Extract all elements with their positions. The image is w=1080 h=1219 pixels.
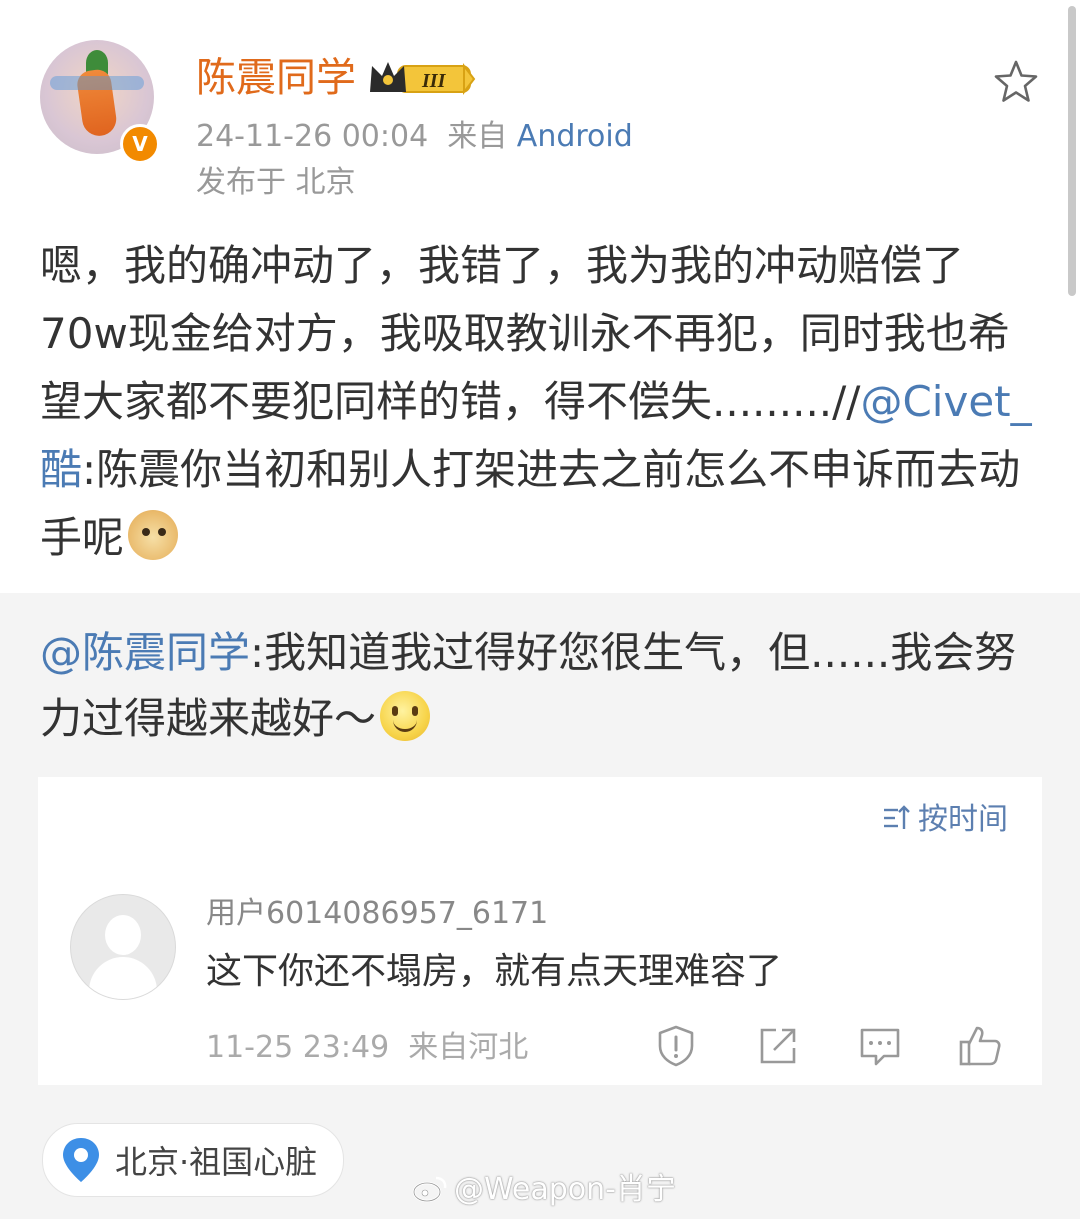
watermark-text: @Weapon-肖宁 xyxy=(454,1172,676,1207)
scrollbar[interactable] xyxy=(1068,6,1076,296)
like-icon[interactable] xyxy=(958,1024,1002,1068)
watermark: @Weapon-肖宁 xyxy=(412,1170,676,1210)
sort-icon xyxy=(884,805,910,829)
smile-emoji-icon xyxy=(380,691,431,741)
sort-by-time-button[interactable]: 按时间 xyxy=(882,800,1008,840)
comment-icon[interactable] xyxy=(858,1024,902,1068)
location-pin-icon xyxy=(63,1138,99,1182)
share-icon[interactable] xyxy=(756,1024,800,1068)
report-icon[interactable] xyxy=(654,1024,698,1068)
svg-text:III: III xyxy=(421,70,447,92)
comment-text: 这下你还不塌房，就有点天理难容了 xyxy=(206,951,783,992)
comment-meta: 11-25 23:49 来自河北 xyxy=(206,1028,528,1068)
vip-crown-icon: III xyxy=(370,62,476,95)
commenter-avatar[interactable] xyxy=(70,894,176,1000)
verified-badge-icon: V xyxy=(120,124,160,164)
comment-source: 来自河北 xyxy=(408,1030,529,1065)
star-icon[interactable] xyxy=(992,58,1040,106)
quoted-mention-link[interactable]: @陈震同学 xyxy=(40,628,250,677)
commenter-name[interactable]: 用户6014086957_6171 xyxy=(206,894,548,934)
weibo-logo-icon xyxy=(412,1176,447,1203)
source-app-link[interactable]: Android xyxy=(517,119,633,154)
quoted-post[interactable]: @陈震同学:我知道我过得好您很生气，但......我会努力过得越来越好～ xyxy=(40,620,1040,752)
author-name[interactable]: 陈震同学 xyxy=(196,52,356,104)
location-chip-label: 北京·祖国心脏 xyxy=(115,1143,318,1181)
sort-label: 按时间 xyxy=(918,802,1008,837)
post-body: 嗯，我的确冲动了，我错了，我为我的冲动赔偿了70w现金给对方，我吸取教训永不再犯… xyxy=(40,232,1040,572)
comment-time: 11-25 23:49 xyxy=(206,1030,390,1065)
post-location: 发布于 北京 xyxy=(196,165,356,200)
doge-emoji-icon xyxy=(128,510,179,560)
post-timestamp: 24-11-26 00:04 xyxy=(196,119,429,154)
repost-text: :陈震你当初和别人打架进去之前怎么不申诉而去动手呢 xyxy=(40,445,1021,562)
source-prefix: 来自 xyxy=(447,119,508,154)
post-meta: 24-11-26 00:04 来自 Android xyxy=(196,118,633,156)
location-chip[interactable]: 北京·祖国心脏 xyxy=(42,1123,345,1197)
